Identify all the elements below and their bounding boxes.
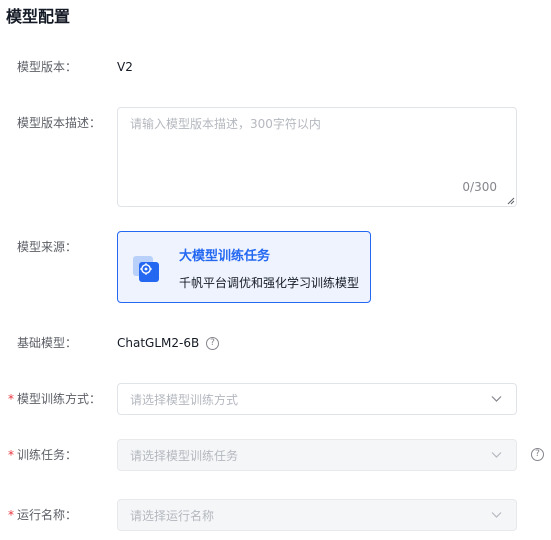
- chevron-down-icon: [491, 512, 502, 518]
- base-model-value: ChatGLM2-6B: [117, 336, 200, 350]
- base-model-label: 基础模型：: [17, 336, 78, 350]
- required-mark: *: [8, 448, 14, 462]
- training-task-help-icon[interactable]: ?: [531, 448, 544, 461]
- required-mark: *: [8, 508, 14, 522]
- model-training-icon: [133, 256, 159, 282]
- model-description-textarea[interactable]: [118, 108, 516, 206]
- resize-handle-icon[interactable]: [507, 197, 515, 205]
- model-source-label: 模型来源：: [17, 240, 78, 254]
- model-description-field[interactable]: 0/300: [117, 107, 517, 207]
- training-task-label: * 训练任务：: [8, 448, 78, 462]
- model-version-label: 模型版本：: [17, 60, 78, 74]
- model-description-label: 模型版本描述：: [17, 116, 102, 130]
- training-method-select[interactable]: 请选择模型训练方式: [117, 383, 517, 415]
- training-task-select[interactable]: 请选择模型训练任务: [117, 439, 517, 471]
- run-name-select[interactable]: 请选择运行名称: [117, 499, 517, 531]
- model-config-form: 模型配置 模型版本： V2 模型版本描述： 0/300 模型来源： 大模型训练任…: [0, 0, 551, 540]
- training-task-placeholder: 请选择模型训练任务: [130, 449, 239, 463]
- char-counter: 0/300: [462, 180, 497, 194]
- training-method-placeholder: 请选择模型训练方式: [130, 393, 239, 407]
- base-model-help-icon[interactable]: ?: [206, 337, 219, 350]
- run-name-label: * 运行名称：: [8, 508, 78, 522]
- section-title: 模型配置: [6, 7, 71, 26]
- model-version-value: V2: [117, 60, 133, 74]
- chevron-down-icon: [491, 452, 502, 458]
- card-description: 千帆平台调优和强化学习训练模型: [179, 276, 360, 290]
- required-mark: *: [8, 392, 14, 406]
- card-title: 大模型训练任务: [179, 249, 271, 264]
- model-source-card-training-task[interactable]: 大模型训练任务 千帆平台调优和强化学习训练模型: [117, 231, 371, 303]
- run-name-placeholder: 请选择运行名称: [130, 509, 215, 523]
- chevron-down-icon: [491, 396, 502, 402]
- training-method-label: * 模型训练方式：: [8, 392, 102, 406]
